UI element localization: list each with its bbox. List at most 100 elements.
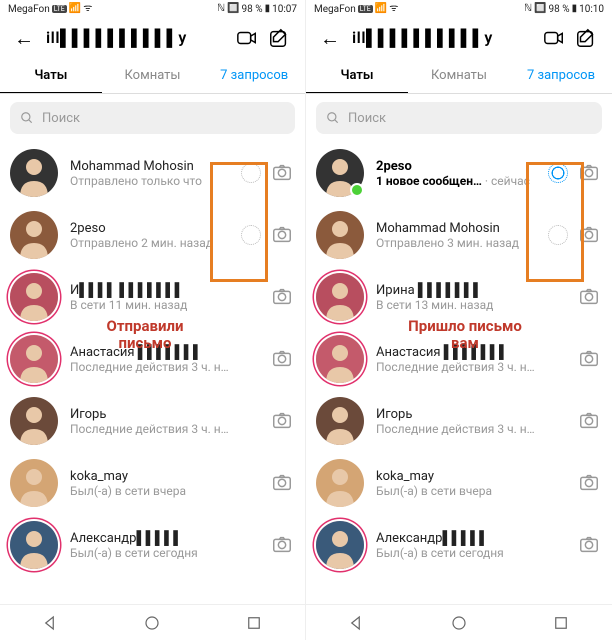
tab-chats[interactable]: Чаты — [0, 58, 102, 93]
search-placeholder: Поиск — [348, 111, 386, 126]
chat-subtitle: Был(-а) в сети вчера — [70, 484, 265, 498]
chat-row[interactable]: Александр▌▌▌▌▌Был(-а) в сети сегодня — [306, 514, 612, 576]
clock-label: 10:10 — [579, 4, 604, 15]
camera-icon[interactable] — [271, 347, 295, 371]
avatar[interactable] — [316, 335, 364, 383]
camera-icon[interactable] — [578, 409, 602, 433]
back-button[interactable]: ← — [318, 26, 342, 50]
carrier-label: MegaFon — [8, 4, 50, 15]
camera-icon[interactable] — [271, 533, 295, 557]
avatar[interactable] — [10, 273, 58, 321]
battery-label: 98 % — [549, 4, 570, 15]
camera-icon[interactable] — [271, 471, 295, 495]
search-icon — [20, 111, 34, 125]
avatar[interactable] — [316, 459, 364, 507]
camera-icon[interactable] — [578, 347, 602, 371]
chat-body: ИгорьПоследние действия 3 ч. н… — [58, 407, 265, 436]
camera-icon[interactable] — [271, 223, 295, 247]
nfc-icon: ℕ — [217, 4, 225, 14]
chat-row[interactable]: koka_mayБыл(-а) в сети вчера — [0, 452, 305, 514]
camera-icon[interactable] — [578, 285, 602, 309]
unread-indicator-icon — [548, 163, 568, 183]
chat-subtitle: Отправлено 3 мин. назад — [376, 236, 544, 250]
search-input[interactable]: Поиск — [10, 102, 295, 134]
nav-back[interactable] — [42, 614, 60, 632]
tab-chats[interactable]: Чаты — [306, 58, 408, 93]
avatar[interactable] — [316, 149, 364, 197]
chat-name: Ирина ▌▌▌▌▌▌▌ — [376, 282, 572, 298]
avatar[interactable] — [10, 397, 58, 445]
chat-name: Александр▌▌▌▌▌ — [376, 530, 572, 546]
chat-row[interactable]: 2peso1 новое сообщен… · сейчас — [306, 142, 612, 204]
chat-row[interactable]: Анастасия ▌▌▌▌▌▌▌Последние действия 3 ч.… — [0, 328, 305, 390]
video-call-icon[interactable] — [540, 24, 568, 52]
chat-body: Анастасия ▌▌▌▌▌▌▌Последние действия 3 ч.… — [58, 344, 265, 374]
wifi-icon: ᯤ — [389, 4, 398, 14]
chat-row[interactable]: koka_mayБыл(-а) в сети вчера — [306, 452, 612, 514]
username-dropdown[interactable]: ill▌▌▌▌▌▌▌▌▌▌y — [36, 28, 229, 48]
chat-name: Mohammad Mohosin — [70, 159, 237, 174]
chat-subtitle: 1 новое сообщен… · сейчас — [376, 174, 544, 188]
avatar[interactable] — [316, 397, 364, 445]
chat-row[interactable]: 2pesoОтправлено 2 мин. назад — [0, 204, 305, 266]
lte-badge: LTE — [358, 5, 373, 13]
online-indicator — [350, 183, 364, 197]
new-message-icon[interactable] — [265, 24, 293, 52]
nav-recent[interactable] — [245, 614, 263, 632]
chat-row[interactable]: Анастасия ▌▌▌▌▌▌▌Последние действия 3 ч.… — [306, 328, 612, 390]
nav-back[interactable] — [348, 614, 366, 632]
search-input[interactable]: Поиск — [316, 102, 602, 134]
nfc-icon: ℕ — [524, 4, 532, 14]
username-dropdown[interactable]: ill▌▌▌▌▌▌▌▌▌▌y — [342, 28, 536, 48]
chat-row[interactable]: Ирина ▌▌▌▌▌▌▌В сети 13 мин. назад — [306, 266, 612, 328]
avatar[interactable] — [316, 521, 364, 569]
avatar[interactable] — [10, 149, 58, 197]
chat-body: Анастасия ▌▌▌▌▌▌▌Последние действия 3 ч.… — [364, 344, 572, 374]
nav-home[interactable] — [143, 614, 161, 632]
chat-row[interactable]: И▌▌▌▌ ▌▌▌▌▌▌▌В сети 11 мин. назад — [0, 266, 305, 328]
tab-requests[interactable]: 7 запросов — [203, 58, 305, 93]
back-button[interactable]: ← — [12, 26, 36, 50]
chat-name: Игорь — [376, 407, 572, 422]
chat-row[interactable]: ИгорьПоследние действия 3 ч. н… — [306, 390, 612, 452]
camera-icon[interactable] — [578, 471, 602, 495]
avatar[interactable] — [10, 211, 58, 259]
nav-home[interactable] — [450, 614, 468, 632]
clock-label: 10:07 — [272, 4, 297, 15]
header: ← ill▌▌▌▌▌▌▌▌▌▌y — [306, 18, 612, 58]
chat-name: Анастасия ▌▌▌▌▌▌▌ — [70, 344, 265, 360]
chat-row[interactable]: ИгорьПоследние действия 3 ч. н… — [0, 390, 305, 452]
chat-body: Александр▌▌▌▌▌Был(-а) в сети сегодня — [364, 530, 572, 560]
chat-row[interactable]: Mohammad MohosinОтправлено только что — [0, 142, 305, 204]
android-navbar — [306, 604, 612, 640]
battery-icon: 🔲 — [534, 4, 546, 14]
avatar[interactable] — [10, 335, 58, 383]
camera-icon[interactable] — [578, 161, 602, 185]
avatar[interactable] — [316, 211, 364, 259]
avatar[interactable] — [10, 459, 58, 507]
camera-icon[interactable] — [578, 223, 602, 247]
new-message-icon[interactable] — [572, 24, 600, 52]
avatar[interactable] — [10, 521, 58, 569]
camera-icon[interactable] — [578, 533, 602, 557]
chat-subtitle: Последние действия 3 ч. н… — [376, 360, 572, 374]
tab-requests[interactable]: 7 запросов — [510, 58, 612, 93]
sent-indicator-icon — [241, 163, 261, 183]
nav-recent[interactable] — [552, 614, 570, 632]
avatar[interactable] — [316, 273, 364, 321]
chat-subtitle: Был(-а) в сети вчера — [376, 484, 572, 498]
sent-indicator-icon — [241, 225, 261, 245]
status-bar: MegaFon LTE 📶 ᯤ ℕ 🔲 98 % ▮ 10:10 — [306, 0, 612, 18]
tab-rooms[interactable]: Комнаты — [102, 58, 204, 93]
chat-name: koka_may — [70, 469, 265, 484]
camera-icon[interactable] — [271, 409, 295, 433]
video-call-icon[interactable] — [233, 24, 261, 52]
chat-time: · сейчас — [482, 174, 530, 188]
camera-icon[interactable] — [271, 161, 295, 185]
tab-rooms[interactable]: Комнаты — [408, 58, 510, 93]
chat-subtitle: В сети 13 мин. назад — [376, 298, 572, 312]
chat-body: koka_mayБыл(-а) в сети вчера — [364, 469, 572, 498]
chat-row[interactable]: Mohammad MohosinОтправлено 3 мин. назад — [306, 204, 612, 266]
chat-row[interactable]: Александр▌▌▌▌▌Был(-а) в сети сегодня — [0, 514, 305, 576]
camera-icon[interactable] — [271, 285, 295, 309]
